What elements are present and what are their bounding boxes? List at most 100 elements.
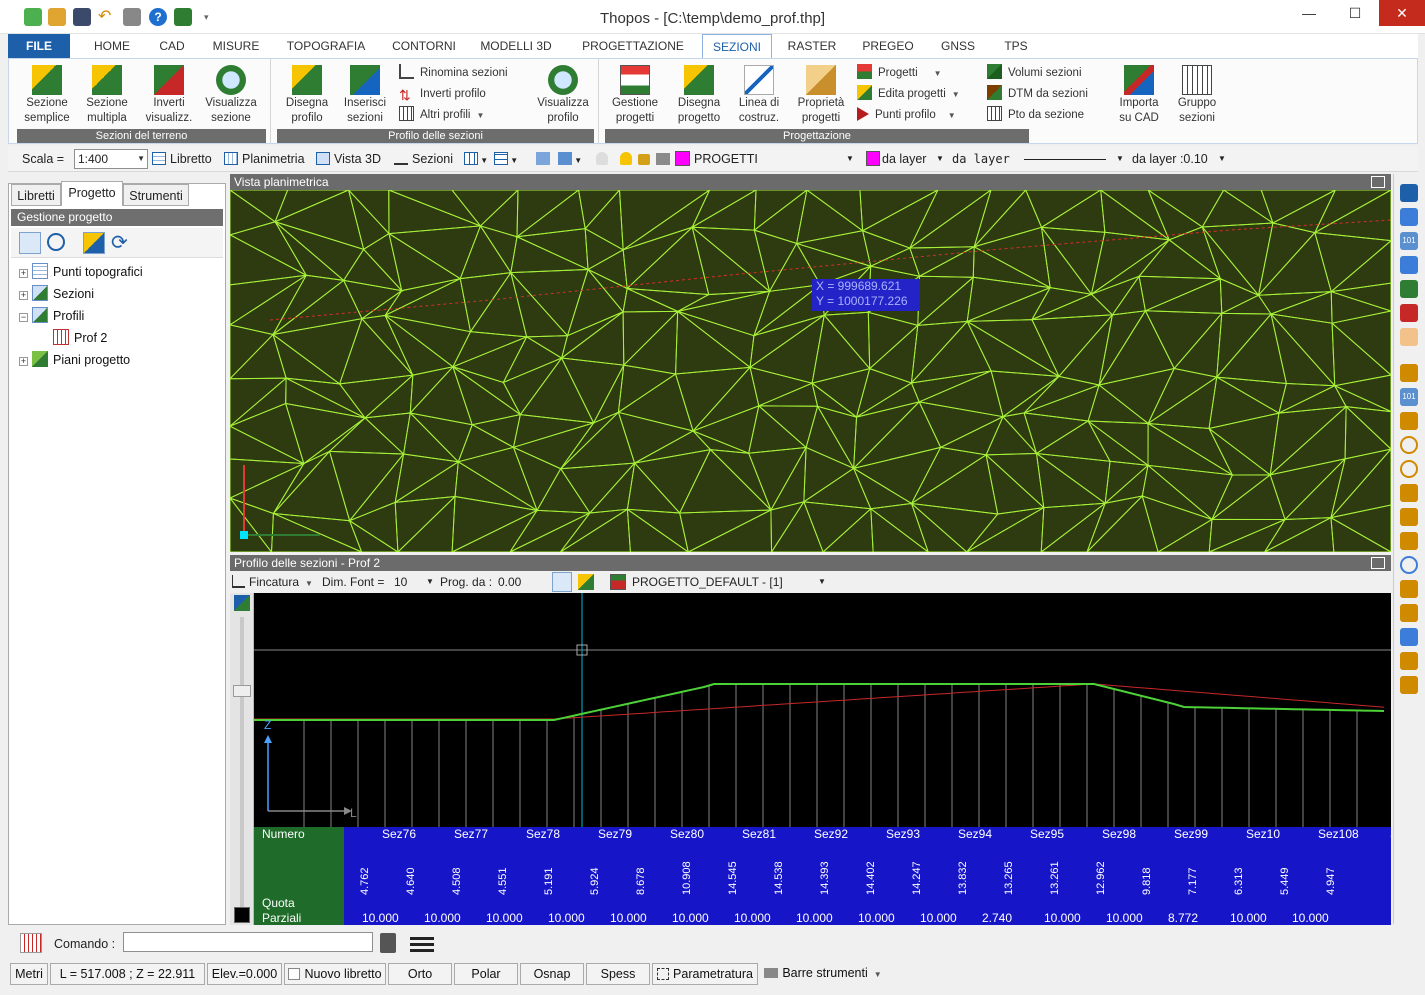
osnap-toggle[interactable]: Osnap [520, 963, 584, 985]
proprieta-progetti-button[interactable]: Proprietà progetti [793, 63, 849, 125]
snap-quadrant-icon[interactable] [1400, 460, 1418, 478]
profile-tool-icon[interactable] [552, 572, 572, 592]
pan-hand-icon[interactable] [1400, 328, 1418, 346]
snap-nearest-icon[interactable] [1400, 580, 1418, 598]
layout-rows-icon[interactable]: ▼ [494, 150, 522, 168]
vertical-slider-handle[interactable] [233, 685, 251, 697]
parametratura-toggle[interactable]: Parametratura [652, 963, 758, 985]
refresh-edit-icon[interactable] [83, 232, 105, 254]
snap-midpoint-icon[interactable] [1400, 412, 1418, 430]
plan-maximize-icon[interactable] [1371, 176, 1385, 188]
barre-strumenti-menu[interactable]: Barre strumenti ▼ [760, 963, 886, 985]
layer-dropdown-chevron-down-icon[interactable]: ▼ [846, 150, 854, 168]
profile-maximize-icon[interactable] [1371, 557, 1385, 569]
select-cursor-icon[interactable] [19, 232, 41, 254]
progetti-button[interactable]: Progetti ▼ [857, 64, 942, 82]
profile-canvas[interactable]: Z L Numero Quota Parziali Sez76 Sez77 Sez7… [254, 593, 1391, 925]
snap-perpendicular-icon[interactable] [1400, 532, 1418, 550]
tree-item-prof-2[interactable]: Prof 2 [53, 328, 107, 348]
inverti-profilo-button[interactable]: ⇅ Inverti profilo [399, 85, 486, 103]
snap-none-icon[interactable] [1400, 676, 1418, 694]
expand-icon[interactable]: + [19, 291, 28, 300]
tree-item-sezioni[interactable]: + Sezioni [19, 284, 94, 304]
progetto-default-select[interactable]: PROGETTO_DEFAULT - [1] [632, 573, 783, 591]
tab-sezioni[interactable]: SEZIONI [702, 34, 772, 58]
dim-font-value[interactable]: 10 [394, 573, 407, 591]
linewidth-mode[interactable]: da layer :0.10 [1132, 150, 1208, 168]
inverti-visualizz-button[interactable]: Inverti visualizz. [141, 63, 197, 125]
vista-3d-button[interactable]: Vista 3D [316, 150, 381, 168]
expand-icon[interactable]: + [19, 269, 28, 278]
zoom-numeric-icon[interactable]: 101 [1400, 232, 1418, 250]
snap-numeric-icon[interactable]: 101 [1400, 388, 1418, 406]
snap-tangent-icon[interactable] [1400, 556, 1418, 574]
libretto-button[interactable]: Libretto [152, 150, 212, 168]
dim-font-chevron-down-icon[interactable]: ▼ [426, 573, 434, 591]
tab-libretti[interactable]: Libretti [11, 184, 61, 206]
tab-progetto[interactable]: Progetto [61, 181, 123, 206]
linea-costruz-button[interactable]: Linea di costruz. [731, 63, 787, 125]
tree-item-punti-topografici[interactable]: + Punti topografici [19, 262, 143, 282]
tab-cad[interactable]: CAD [148, 34, 196, 58]
scala-select[interactable]: 1:400 ▼ [74, 149, 148, 169]
fincatura-button[interactable]: Fincatura ▼ [232, 573, 313, 591]
snap-intersection-icon[interactable] [1400, 484, 1418, 502]
layer-stack-icon[interactable]: ▼ [558, 150, 588, 168]
tab-modelli-3d[interactable]: MODELLI 3D [474, 34, 558, 58]
visualizza-profilo-button[interactable]: Visualizza profilo [535, 63, 591, 125]
planimetria-button[interactable]: Planimetria [224, 150, 305, 168]
command-history-icon[interactable] [20, 933, 42, 953]
sezione-multipla-button[interactable]: Sezione multipla [79, 63, 135, 125]
edita-progetti-button[interactable]: Edita progetti ▼ [857, 85, 960, 103]
snap-center-icon[interactable] [1400, 436, 1418, 454]
tab-gnss[interactable]: GNSS [932, 34, 984, 58]
tab-file[interactable]: FILE [8, 34, 70, 58]
tab-misure[interactable]: MISURE [206, 34, 266, 58]
list-icon[interactable] [410, 934, 434, 952]
layers-icon[interactable] [536, 150, 552, 168]
layout-columns-icon[interactable]: ▼ [464, 150, 492, 168]
importa-cad-button[interactable]: Importa su CAD [1111, 63, 1167, 125]
plan-view-canvas[interactable] [230, 190, 1391, 552]
tab-progettazione[interactable]: PROGETTAZIONE [576, 34, 690, 58]
elevation-field[interactable]: Elev.=0.000 [207, 963, 282, 985]
gruppo-sezioni-button[interactable]: Gruppo sezioni [1169, 63, 1225, 125]
snap-node-icon[interactable] [1400, 604, 1418, 622]
rinomina-sezioni-button[interactable]: Rinomina sezioni [399, 64, 508, 82]
tree-item-piani-progetto[interactable]: + Piani progetto [19, 350, 130, 370]
snap-insert-icon[interactable] [1400, 652, 1418, 670]
print-layer-icon[interactable] [656, 150, 672, 168]
tab-home[interactable]: HOME [84, 34, 140, 58]
inserisci-sezioni-button[interactable]: Inserisci sezioni [337, 63, 393, 125]
altri-profili-button[interactable]: Altri profili ▼ [399, 106, 484, 124]
black-swatch-icon[interactable] [234, 907, 250, 923]
select-icon[interactable] [1400, 184, 1418, 202]
zoom-window-icon[interactable] [1400, 208, 1418, 226]
prog-da-value[interactable]: 0.00 [498, 573, 521, 591]
snap-extension-icon[interactable] [1400, 508, 1418, 526]
pto-da-sezione-button[interactable]: Pto da sezione [987, 106, 1084, 124]
command-input[interactable] [123, 932, 373, 952]
sezione-semplice-button[interactable]: Sezione semplice [19, 63, 75, 125]
tab-raster[interactable]: RASTER [780, 34, 844, 58]
search-icon[interactable] [47, 233, 65, 251]
volumi-sezioni-button[interactable]: Volumi sezioni [987, 64, 1082, 82]
vertical-scroll-track[interactable] [240, 617, 244, 907]
bulb-on-icon[interactable] [620, 150, 636, 168]
zoom-in-icon[interactable] [1400, 256, 1418, 274]
color-mode[interactable]: da layer [882, 150, 926, 168]
color-swatch-icon[interactable] [234, 595, 250, 611]
visualizza-sezione-button[interactable]: Visualizza sezione [203, 63, 259, 125]
linewidth-chevron-down-icon[interactable]: ▼ [1218, 150, 1226, 168]
profile-edit-icon[interactable] [578, 574, 594, 590]
color-chevron-down-icon[interactable]: ▼ [936, 150, 944, 168]
zoom-out-icon[interactable] [1400, 304, 1418, 322]
disegna-profilo-button[interactable]: Disegna profilo [279, 63, 335, 125]
snap-parallel-icon[interactable] [1400, 628, 1418, 646]
tab-tps[interactable]: TPS [994, 34, 1038, 58]
progetto-chevron-down-icon[interactable]: ▼ [818, 573, 826, 591]
orto-toggle[interactable]: Orto [388, 963, 452, 985]
polar-toggle[interactable]: Polar [454, 963, 518, 985]
tab-topografia[interactable]: TOPOGRAFIA [278, 34, 374, 58]
tab-strumenti[interactable]: Strumenti [123, 184, 189, 206]
